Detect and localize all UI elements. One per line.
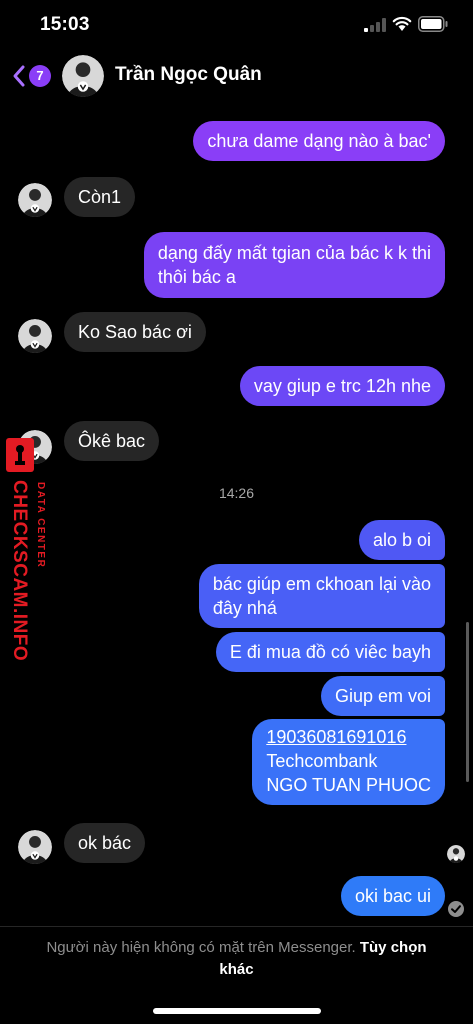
message-bubble-outgoing[interactable]: chưa dame dạng nào à bac' [193,121,445,161]
sender-avatar[interactable] [18,183,52,217]
message-text-line: bác giúp em ckhoan lại vào [212,574,431,594]
sender-avatar-icon [18,183,52,217]
sent-check-icon [448,901,464,917]
home-indicator[interactable] [153,1008,321,1014]
battery-icon [418,16,448,32]
message-text: Còn1 [78,187,122,207]
account-holder-text: NGO TUAN PHUOC [266,775,431,795]
message-text: Ko Sao bác ơi [78,322,192,342]
account-number-link[interactable]: 19036081691016 [266,725,431,749]
scrollbar[interactable] [466,622,469,782]
seen-avatar-icon [447,845,465,863]
cellular-signal-icon [364,18,386,32]
back-button[interactable]: 7 [12,62,52,90]
watermark-sub-text: DATA CENTER [35,482,46,569]
message-text: chưa dame dạng nào à bac' [207,131,431,151]
chevron-left-icon [13,65,25,87]
message-text-line: dạng đấy mất tgian của bác k k thi [157,243,431,263]
unavailable-notice: Người này hiện không có mặt trên Messeng… [30,937,443,981]
message-text: alo b oi [372,530,431,550]
status-bar: 15:03 [0,0,473,50]
message-bubble-incoming[interactable]: Ôkê bac [64,421,160,461]
watermark: CHECKSCAM.INFO DATA CENTER [2,436,54,666]
message-bubble-outgoing[interactable]: 19036081691016 Techcombank NGO TUAN PHUO… [252,719,445,805]
message-timestamp: 14:26 [218,485,255,501]
message-bubble-outgoing[interactable]: E đi mua đồ có viêc bayh [215,632,445,672]
watermark-main-text: CHECKSCAM.INFO [9,480,30,662]
chat-header: 7 Trần Ngọc Quân [0,50,473,102]
message-text-line: đây nhá [212,598,277,618]
message-text: Giup em voi [334,686,431,706]
watermark-logo-icon [6,438,34,472]
message-bubble-incoming[interactable]: Ko Sao bác ơi [64,312,206,352]
message-text: ok bác [78,833,132,853]
message-bubble-outgoing[interactable]: Giup em voi [320,676,445,716]
sender-avatar[interactable] [18,830,52,864]
unavailable-notice-text: Người này hiện không có mặt trên Messeng… [46,939,356,956]
message-text-line: thôi bác a [157,267,236,287]
unread-count-badge: 7 [29,65,51,87]
message-bubble-outgoing[interactable]: vay giup e trc 12h nhe [239,366,445,406]
status-time: 15:03 [40,14,90,35]
footer-divider [0,926,473,927]
sender-avatar[interactable] [18,319,52,353]
message-bubble-outgoing[interactable]: alo b oi [358,520,445,560]
message-bubble-outgoing[interactable]: dạng đấy mất tgian của bác k k thi thôi … [143,232,445,298]
message-bubble-incoming[interactable]: ok bác [64,823,146,863]
message-bubble-outgoing[interactable]: bác giúp em ckhoan lại vào đây nhá [198,564,445,628]
bank-name-text: Techcombank [266,751,378,771]
message-text: Ôkê bac [78,431,146,451]
wifi-icon [392,16,412,31]
sender-avatar-icon [18,830,52,864]
message-text: vay giup e trc 12h nhe [253,376,431,396]
message-bubble-incoming[interactable]: Còn1 [64,177,136,217]
message-text: E đi mua đồ có viêc bayh [229,642,431,662]
contact-name[interactable]: Trần Ngọc Quân [115,64,262,86]
message-bubble-outgoing[interactable]: oki bac ui [340,876,445,916]
contact-avatar-icon [62,55,104,97]
sender-avatar-icon [18,319,52,353]
message-text: oki bac ui [354,886,431,906]
contact-avatar[interactable] [62,55,104,97]
seen-indicator-avatar [447,845,465,863]
